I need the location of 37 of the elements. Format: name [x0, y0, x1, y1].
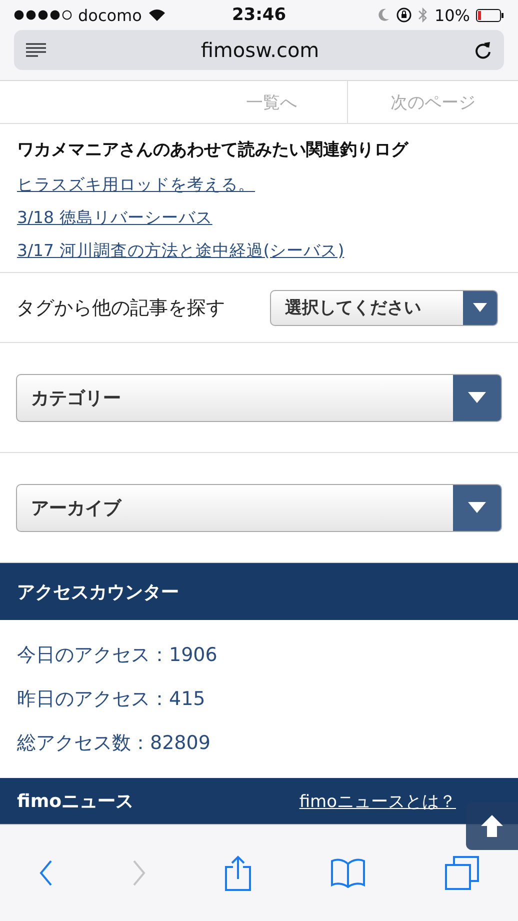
access-count: 今日のアクセス：1906	[17, 643, 218, 668]
share-icon	[224, 855, 252, 891]
news-about-link[interactable]: fimoニュースとは？	[299, 790, 456, 812]
article-link[interactable]: ヒラスズキ用ロッドを考える。	[17, 174, 501, 196]
tag-search-label: タグから他の記事を探す	[16, 296, 225, 320]
dropdown-arrow-icon	[468, 392, 486, 403]
wifi-icon	[148, 8, 166, 22]
article-link[interactable]: 3/18 徳島リバーシーバス	[17, 207, 501, 229]
url-text: fimosw.com	[200, 38, 320, 62]
battery-percent: 10%	[434, 6, 470, 24]
rotation-lock-icon	[396, 7, 412, 23]
carrier-name: docomo	[78, 6, 142, 24]
article-link[interactable]: 3/17 河川調査の方法と途中経過(シーバス)	[17, 240, 501, 262]
reload-icon[interactable]	[474, 40, 492, 60]
battery-icon	[476, 8, 504, 22]
address-bar[interactable]: fimosw.com	[14, 30, 504, 70]
dropdown-select[interactable]: カテゴリー	[16, 374, 502, 422]
back-icon	[39, 860, 54, 886]
moon-icon	[378, 8, 390, 22]
access-count: 昨日のアクセス：415	[17, 687, 206, 712]
bluetooth-icon	[418, 7, 428, 23]
access-count: 総アクセス数：82809	[17, 731, 212, 756]
back-to-top-button[interactable]	[466, 802, 518, 850]
reader-icon[interactable]	[26, 42, 46, 58]
dropdown-select[interactable]: アーカイブ	[16, 484, 502, 532]
dropdown-arrow-icon	[468, 502, 486, 513]
section-title: アクセスカウンター	[17, 580, 179, 604]
clock-time: 23:46	[232, 5, 286, 25]
dropdown-arrow-icon	[473, 303, 487, 312]
section-title: ワカメマニアさんのあわせて読みたい関連釣りログ	[17, 139, 410, 161]
forward-icon	[132, 860, 146, 886]
news-title: fimoニュース	[17, 790, 134, 813]
tag-select[interactable]: 選択してください	[270, 290, 498, 326]
tabs-icon	[444, 856, 479, 890]
up-arrow-icon	[481, 815, 503, 837]
book-icon	[330, 858, 366, 888]
signal-icon	[14, 10, 72, 20]
